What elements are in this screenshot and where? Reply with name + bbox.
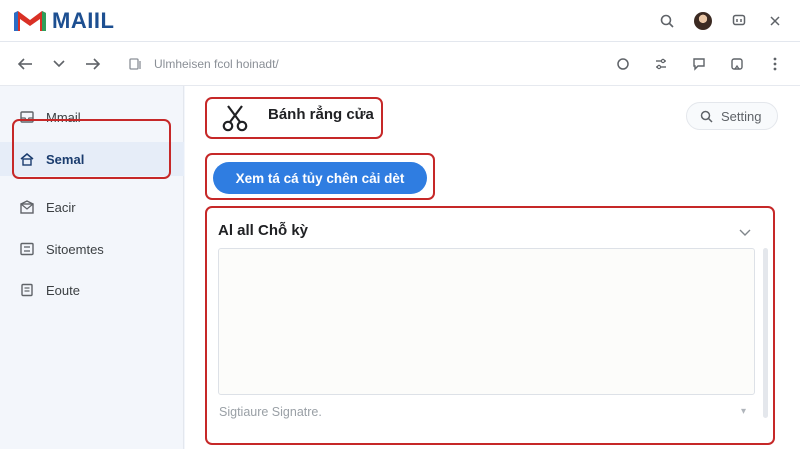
nav-buttons	[16, 55, 102, 73]
app-name: MAIIL	[52, 7, 115, 33]
more-vert-icon[interactable]	[766, 55, 784, 73]
circle-icon[interactable]	[614, 55, 632, 73]
list-icon	[18, 240, 36, 258]
app-top-bar: MAIIL	[0, 0, 800, 42]
filter-icon[interactable]	[652, 55, 670, 73]
address-bar[interactable]: Ulmheisen fcol hoinadt/	[126, 55, 279, 73]
chevron-down-icon[interactable]	[50, 55, 68, 73]
page-icon	[126, 55, 144, 73]
avatar[interactable]	[694, 12, 712, 30]
highlight-outline	[12, 119, 171, 179]
mail-logo-icon	[14, 10, 46, 31]
sidebar-item-eacir[interactable]: Eacir	[0, 190, 184, 224]
highlight-outline	[205, 97, 383, 139]
sidebar-item-label: Eoute	[46, 282, 80, 298]
highlight-outline	[205, 206, 775, 445]
close-icon[interactable]	[766, 12, 784, 30]
sidebar-item-label: Eacir	[46, 199, 76, 215]
highlight-outline	[205, 153, 435, 200]
mail-open-icon	[18, 198, 36, 216]
document-icon	[18, 281, 36, 299]
address-text: Ulmheisen fcol hoinadt/	[154, 56, 279, 71]
setting-button[interactable]: Setting	[686, 102, 778, 130]
forward-arrow-icon[interactable]	[84, 55, 102, 73]
sidebar-item-eoute[interactable]: Eoute	[0, 273, 184, 307]
search-icon[interactable]	[658, 12, 676, 30]
comment-icon[interactable]	[690, 55, 708, 73]
setting-button-label: Setting	[721, 108, 762, 124]
back-arrow-icon[interactable]	[16, 55, 34, 73]
browser-nav-bar: Ulmheisen fcol hoinadt/	[0, 42, 800, 86]
app-logo[interactable]: MAIIL	[12, 8, 114, 34]
nav-actions	[614, 42, 784, 86]
sidebar-item-label: Sitoemtes	[46, 241, 104, 257]
top-bar-actions	[658, 0, 784, 42]
bookmark-icon[interactable]	[728, 55, 746, 73]
sidebar-item-sitoemtes[interactable]: Sitoemtes	[0, 232, 184, 266]
search-icon	[697, 107, 715, 125]
chat-icon[interactable]	[730, 12, 748, 30]
